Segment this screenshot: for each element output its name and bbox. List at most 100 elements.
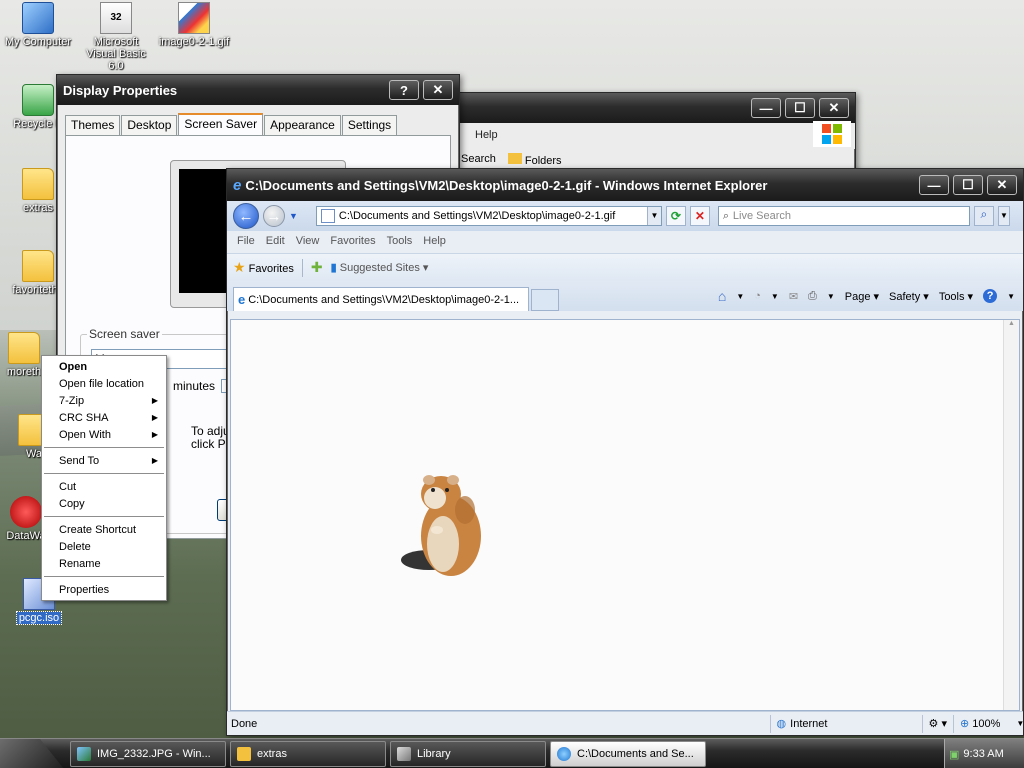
menu-item-create-shortcut[interactable]: Create Shortcut: [42, 521, 166, 538]
menu-item-send-to[interactable]: Send To ▶: [42, 452, 166, 469]
favorites-bar: ★ Favorites ✚ ▮ Suggested Sites ▾: [227, 253, 1023, 281]
search-go-button[interactable]: ⌕: [973, 206, 994, 226]
system-tray: ▣ 9:33 AM: [944, 739, 1024, 768]
datawa-icon: [10, 496, 42, 528]
page-content[interactable]: ▲: [230, 319, 1020, 711]
menu-item-crc-sha[interactable]: CRC SHA ▶: [42, 409, 166, 426]
maximize-button[interactable]: ☐: [785, 98, 815, 118]
add-favorite-icon[interactable]: ✚: [311, 259, 323, 276]
close-button[interactable]: ✕: [987, 175, 1017, 195]
menu-item-open-with[interactable]: Open With ▶: [42, 426, 166, 443]
menu-item-open[interactable]: Open: [42, 358, 166, 375]
taskbar-item-extras[interactable]: extras: [230, 741, 386, 767]
minimize-button[interactable]: —: [751, 98, 781, 118]
ie-titlebar[interactable]: e C:\Documents and Settings\VM2\Desktop\…: [227, 169, 1023, 201]
visual-basic-icon: 32: [100, 2, 132, 34]
menu-separator: [44, 576, 164, 577]
tools-menu[interactable]: Tools ▾: [939, 290, 973, 303]
taskbar-item-internet-explorer[interactable]: C:\Documents and Se...: [550, 741, 706, 767]
folders-button[interactable]: Folders: [507, 153, 562, 169]
desktop-icon-visual-basic[interactable]: 32 Microsoft Visual Basic 6.0: [78, 2, 154, 72]
clock[interactable]: 9:33 AM: [963, 748, 1003, 760]
folder-icon: [8, 332, 40, 364]
page-menu[interactable]: Page ▾: [845, 290, 879, 303]
taskbar-item-library[interactable]: Library: [390, 741, 546, 767]
library-menubar: Help: [453, 123, 855, 149]
status-text: Done: [231, 717, 258, 730]
print-icon[interactable]: ⎙: [808, 290, 817, 303]
favorites-button[interactable]: ★ Favorites: [233, 259, 294, 276]
tab-screen-saver[interactable]: Screen Saver: [178, 113, 264, 135]
menu-item-rename[interactable]: Rename: [42, 555, 166, 572]
submenu-arrow-icon: ▶: [151, 430, 158, 439]
folder-icon: [22, 168, 54, 200]
menu-separator: [44, 473, 164, 474]
feeds-icon[interactable]: ◔: [754, 290, 761, 302]
taskbar: IMG_2332.JPG - Win... extras Library C:\…: [0, 738, 1024, 768]
suggested-sites-button[interactable]: ▮ Suggested Sites ▾: [331, 261, 429, 274]
vertical-scrollbar[interactable]: ▲: [1003, 320, 1019, 710]
taskbar-item-image-viewer[interactable]: IMG_2332.JPG - Win...: [70, 741, 226, 767]
menu-item-delete[interactable]: Delete: [42, 538, 166, 555]
help-button[interactable]: ?: [389, 80, 419, 100]
desktop-icon-my-computer[interactable]: My Computer: [0, 2, 76, 48]
address-field[interactable]: C:\Documents and Settings\VM2\Desktop\im…: [315, 206, 662, 226]
forward-button[interactable]: →: [263, 205, 285, 227]
search-options-dropdown[interactable]: ▼: [997, 206, 1010, 226]
menu-view[interactable]: View: [292, 235, 327, 249]
menu-tools[interactable]: Tools: [383, 235, 420, 249]
back-button[interactable]: ←: [233, 203, 259, 229]
recent-pages-dropdown[interactable]: ▼: [289, 211, 298, 221]
zoom-control[interactable]: ⊕ 100% ▼: [953, 714, 1024, 733]
library-titlebar[interactable]: — ☐ ✕: [453, 93, 855, 123]
internet-explorer-window[interactable]: e C:\Documents and Settings\VM2\Desktop\…: [226, 168, 1024, 736]
address-dropdown[interactable]: ▼: [646, 207, 661, 225]
star-icon: ★: [233, 259, 246, 275]
submenu-arrow-icon: ▶: [151, 456, 158, 465]
tab-appearance[interactable]: Appearance: [264, 115, 341, 135]
menu-help[interactable]: Help: [475, 129, 498, 141]
zone-indicator[interactable]: ◍ Internet: [769, 714, 922, 733]
home-icon[interactable]: ⌂: [718, 288, 726, 304]
ie-icon: [557, 747, 571, 761]
safety-menu[interactable]: Safety ▾: [889, 290, 929, 303]
menu-item-properties[interactable]: Properties: [42, 581, 166, 598]
protected-mode-icon[interactable]: ⚙ ▾: [921, 714, 953, 733]
tab-settings[interactable]: Settings: [341, 115, 398, 135]
new-tab-button[interactable]: [531, 289, 559, 311]
print-dropdown[interactable]: ▼: [827, 292, 835, 301]
menu-item-copy[interactable]: Copy: [42, 495, 166, 512]
menu-item-7zip[interactable]: 7-Zip ▶: [42, 392, 166, 409]
maximize-button[interactable]: ☐: [953, 175, 983, 195]
stop-button[interactable]: ✕: [689, 206, 710, 226]
refresh-button[interactable]: ⟳: [665, 206, 686, 226]
help-dropdown[interactable]: ▼: [1007, 292, 1015, 301]
tab-current-page[interactable]: e C:\Documents and Settings\VM2\Desktop\…: [233, 287, 529, 311]
close-button[interactable]: ✕: [819, 98, 849, 118]
feeds-dropdown[interactable]: ▼: [771, 292, 779, 301]
minimize-button[interactable]: —: [919, 175, 949, 195]
tab-themes[interactable]: Themes: [65, 115, 121, 135]
forward-arrow-icon: →: [266, 207, 282, 225]
submenu-arrow-icon: ▶: [151, 413, 158, 422]
help-icon[interactable]: ?: [983, 289, 998, 303]
search-field[interactable]: ⌕ Live Search: [717, 206, 970, 226]
menu-file[interactable]: File: [233, 235, 262, 249]
start-button[interactable]: [0, 739, 64, 768]
search-button[interactable]: Search: [461, 153, 496, 169]
windows-logo-icon: [813, 121, 851, 147]
zoom-dropdown[interactable]: ▼: [1016, 719, 1024, 728]
network-icon[interactable]: ▣: [949, 748, 959, 761]
desktop-icon-image-gif[interactable]: image0-2-1.gif: [156, 2, 232, 48]
close-button[interactable]: ✕: [423, 80, 453, 100]
menu-item-cut[interactable]: Cut: [42, 478, 166, 495]
display-properties-titlebar[interactable]: Display Properties ? ✕: [57, 75, 459, 105]
mail-icon[interactable]: ✉: [789, 290, 798, 303]
home-dropdown[interactable]: ▼: [736, 292, 744, 301]
menu-edit[interactable]: Edit: [262, 235, 292, 249]
menu-help[interactable]: Help: [419, 235, 453, 249]
scroll-up-button[interactable]: ▲: [1004, 320, 1019, 336]
menu-favorites[interactable]: Favorites: [326, 235, 382, 249]
menu-item-open-file-location[interactable]: Open file location: [42, 375, 166, 392]
tab-desktop[interactable]: Desktop: [121, 115, 178, 135]
